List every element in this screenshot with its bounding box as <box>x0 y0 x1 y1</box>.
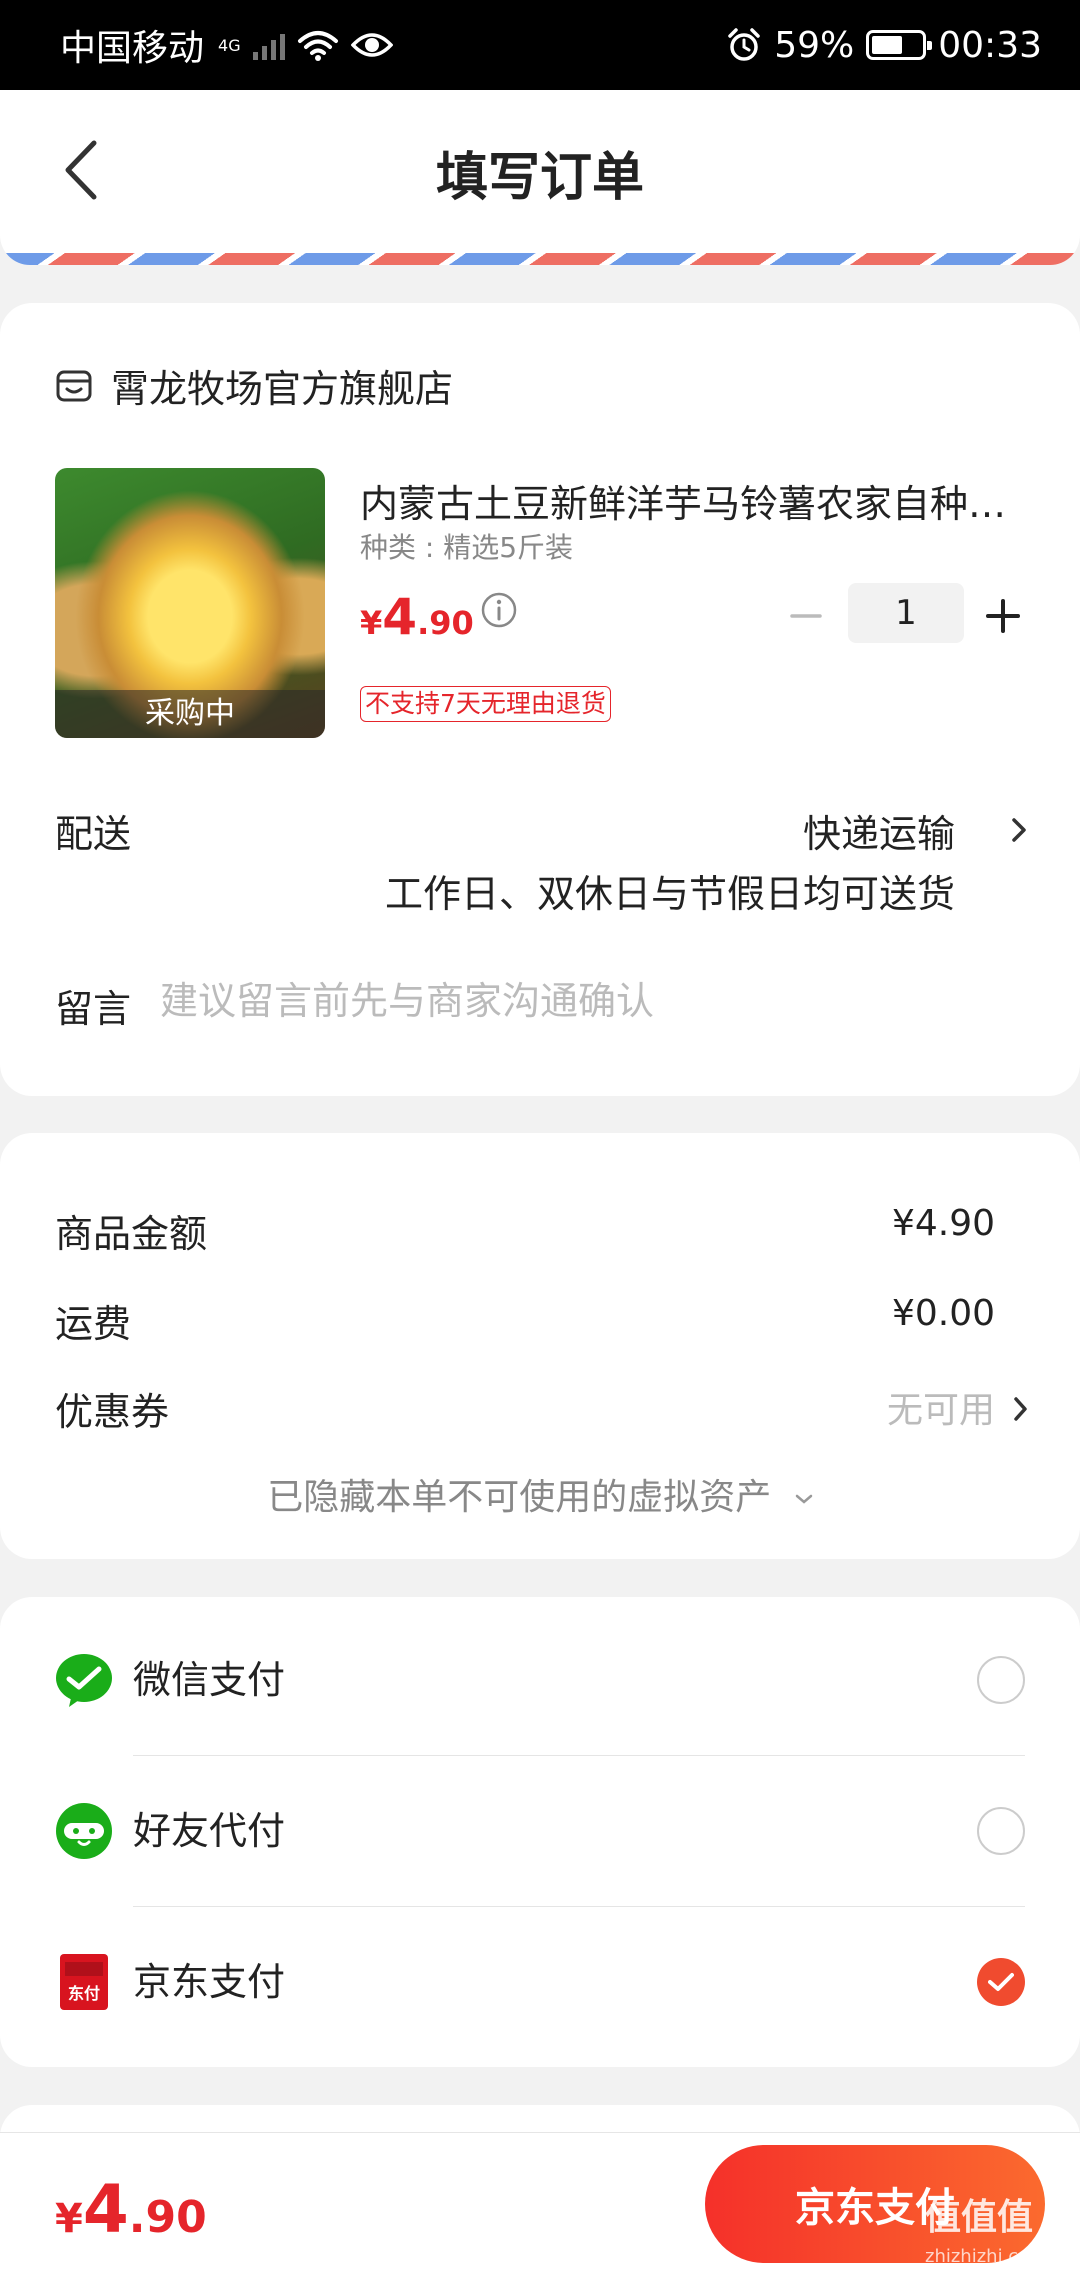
chevron-right-icon[interactable] <box>1010 815 1028 845</box>
status-right: 59% 00:33 <box>726 25 1042 66</box>
quantity-minus-button[interactable] <box>790 601 822 631</box>
payment-label-wechat: 微信支付 <box>133 1658 286 1702</box>
order-item-card: 霄龙牧场官方旗舰店 采购中 内蒙古土豆新鲜洋芋马铃薯农家自种土豆 种类 : 精选… <box>0 303 1080 1096</box>
payment-label-friend: 好友代付 <box>133 1809 286 1853</box>
image-badge: 采购中 <box>55 690 325 738</box>
wifi-icon <box>297 31 338 61</box>
status-bar: 中国移动 4G 59% 00:33 <box>0 0 1080 90</box>
payment-card: 微信支付 好友代付 东付 京东支付 <box>0 1597 1080 2067</box>
payment-option-wechat[interactable]: 微信支付 <box>0 1605 1080 1755</box>
shipping-value: ¥0.00 <box>891 1293 995 1334</box>
jd-icon-text: 东付 <box>68 1984 100 2003</box>
alarm-icon <box>728 28 760 61</box>
radio-friend[interactable] <box>977 1807 1025 1855</box>
coupon-label: 优惠券 <box>55 1390 170 1434</box>
network-type: 4G <box>218 35 241 55</box>
product-variant: 种类 : 精选5斤装 <box>360 531 574 564</box>
wechat-pay-icon <box>56 1654 112 1707</box>
product-name: 内蒙古土豆新鲜洋芋马铃薯农家自种土豆 <box>360 482 1030 526</box>
hidden-assets-toggle[interactable]: 已隐藏本单不可使用的虚拟资产 <box>0 1468 1080 1520</box>
shipping-label: 运费 <box>55 1302 132 1346</box>
carrier-name: 中国移动 <box>60 28 205 69</box>
payment-option-jd[interactable]: 东付 京东支付 <box>0 1907 1080 2057</box>
radio-wechat[interactable] <box>977 1656 1025 1704</box>
clock: 00:33 <box>938 24 1042 66</box>
chevron-right-icon[interactable] <box>1013 1395 1029 1423</box>
shop-row[interactable]: 霄龙牧场官方旗舰店 <box>55 358 453 413</box>
coupon-value[interactable]: 无可用 <box>887 1381 995 1433</box>
price-summary-card: 商品金额 ¥4.90 运费 ¥0.00 优惠券 无可用 已隐藏本单不可使用的虚拟… <box>0 1133 1080 1559</box>
product-price: ¥4.90 <box>360 588 474 646</box>
goods-amount-label: 商品金额 <box>55 1212 208 1256</box>
checkmark-icon <box>988 1973 1014 1991</box>
price-decimal: .90 <box>417 604 474 642</box>
status-left: 中国移动 4G <box>60 19 393 71</box>
delivery-method[interactable]: 快递运输 <box>803 803 955 858</box>
delivery-note: 工作日、双休日与节假日均可送货 <box>384 872 955 916</box>
payment-option-friend[interactable]: 好友代付 <box>0 1756 1080 1906</box>
delivery-label: 配送 <box>55 812 132 856</box>
total-decimal: .90 <box>128 2192 207 2243</box>
friend-pay-icon <box>56 1803 112 1859</box>
radio-jd-checked[interactable] <box>977 1958 1025 2006</box>
order-total: ¥4.90 <box>55 2171 207 2248</box>
price-currency: ¥ <box>360 604 383 642</box>
eye-icon <box>350 33 393 57</box>
message-label: 留言 <box>55 987 132 1031</box>
chevron-down-icon <box>795 1494 812 1504</box>
signal-icon <box>252 30 285 60</box>
shop-name: 霄龙牧场官方旗舰店 <box>111 367 454 411</box>
payment-label-jd: 京东支付 <box>133 1960 286 2004</box>
info-icon[interactable] <box>480 591 518 629</box>
watermark-logo: 值值值 <box>925 2197 1034 2238</box>
jd-pay-icon: 东付 <box>60 1954 108 2010</box>
product-image[interactable]: 采购中 <box>55 468 325 738</box>
return-policy-tag: 不支持7天无理由退货 <box>360 686 611 722</box>
header: 填写订单 <box>0 90 1080 265</box>
store-icon <box>56 370 92 401</box>
total-currency: ¥ <box>55 2196 83 2242</box>
hidden-assets-text: 已隐藏本单不可使用的虚拟资产 <box>267 1477 772 1518</box>
message-input[interactable] <box>160 973 1020 1029</box>
battery-percent: 59% <box>774 24 855 66</box>
price-integer: 4 <box>382 588 418 646</box>
battery-icon <box>866 30 933 60</box>
quantity-plus-button[interactable] <box>985 598 1021 634</box>
watermark-url: zhizhizhi.com <box>925 2246 1047 2267</box>
airmail-border <box>0 253 1080 265</box>
quantity-field[interactable]: 1 <box>848 583 964 643</box>
page-title: 填写订单 <box>435 148 644 208</box>
goods-amount-value: ¥4.90 <box>891 1203 995 1244</box>
total-integer: 4 <box>82 2171 129 2248</box>
